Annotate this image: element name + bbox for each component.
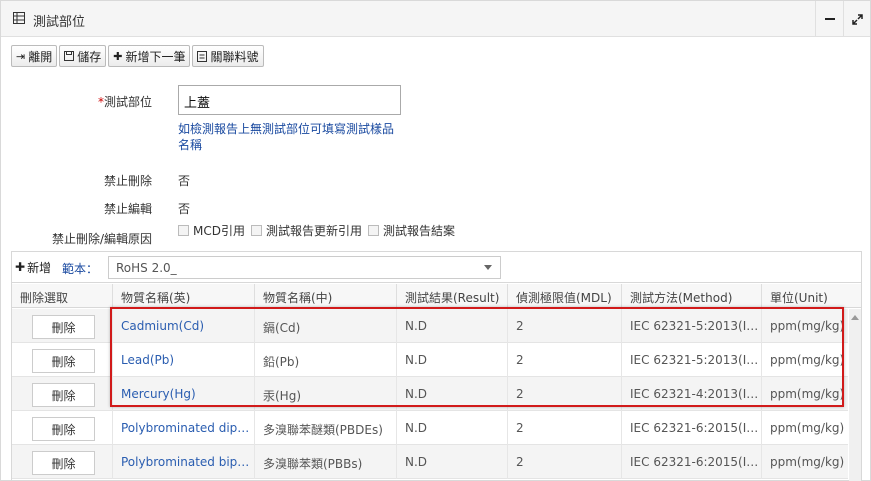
reason-report-closed-checkbox[interactable]: 測試報告結案	[368, 222, 455, 239]
linked-parts-button[interactable]: 關聯料號	[192, 45, 264, 67]
document-icon	[197, 50, 208, 62]
method-cell: IEC 62321-6:2015(IC…	[622, 411, 762, 445]
delete-row-button[interactable]: 刪除	[32, 315, 95, 339]
expand-icon	[852, 13, 863, 25]
save-button[interactable]: 儲存	[59, 45, 107, 67]
reason-checkboxes: MCD引用 測試報告更新引用 測試報告結案	[178, 222, 455, 239]
floppy-disk-icon	[64, 51, 75, 61]
test-part-input[interactable]: 上蓋	[178, 85, 401, 115]
exit-icon: ⇥	[16, 49, 26, 63]
delete-row-button[interactable]: 刪除	[32, 451, 95, 475]
test-part-hint: 如檢測報告上無測試部位可填寫測試樣品名稱	[178, 122, 395, 152]
leave-label: 離開	[28, 49, 53, 64]
add-next-label: 新增下一筆	[125, 49, 186, 64]
table-row: 刪除 Polybrominated diph… 多溴聯苯醚類(PBDEs) N.…	[12, 411, 848, 445]
column-header-unit[interactable]: 單位(Unit)	[762, 284, 861, 308]
method-cell: IEC 62321-6:2015(IC…	[622, 445, 762, 479]
reason-report-update-label: 測試報告更新引用	[265, 224, 362, 238]
chevron-down-icon	[484, 265, 492, 270]
grid-header: 刪除選取 物質名稱(英) 物質名稱(中) 測試結果(Result) 偵測極限值(…	[12, 284, 861, 308]
minimize-button[interactable]	[815, 1, 843, 37]
template-select-value: RoHS 2.0_	[116, 261, 177, 275]
delete-row-button[interactable]: 刪除	[32, 383, 95, 407]
reason-report-update-checkbox[interactable]: 測試報告更新引用	[250, 222, 362, 239]
column-header-mdl[interactable]: 偵測極限值(MDL)	[508, 284, 622, 308]
scroll-up-icon[interactable]	[851, 315, 859, 320]
test-part-label-text: 測試部位	[103, 95, 152, 109]
reason-mcd-checkbox[interactable]: MCD引用	[178, 222, 245, 239]
highlight-box	[110, 307, 844, 407]
result-cell: N.D	[397, 411, 508, 445]
column-header-delete[interactable]: 刪除選取	[12, 284, 113, 308]
plus-icon: ✚	[15, 260, 26, 274]
grid-toolbar: ✚ 新增 範本： RoHS 2.0_	[12, 252, 861, 283]
test-part-panel: 測試部位 ⇥ 離開 儲存 ✚ 新增下一筆 關聯料號 *測試部位 上蓋 如檢測報告…	[0, 0, 871, 481]
leave-button[interactable]: ⇥ 離開	[11, 45, 58, 67]
add-next-button[interactable]: ✚ 新增下一筆	[108, 45, 191, 67]
delete-cell: 刪除	[12, 309, 113, 343]
reason-mcd-label: MCD引用	[193, 224, 245, 238]
checkbox-box[interactable]	[368, 225, 379, 236]
grid-add-label: 新增	[27, 260, 52, 275]
minimize-icon	[824, 18, 835, 20]
table-icon	[13, 12, 25, 24]
no-delete-label: 禁止刪除	[103, 174, 152, 188]
name-en-cell[interactable]: Polybrominated diph…	[113, 411, 255, 445]
column-header-name-en[interactable]: 物質名稱(英)	[113, 284, 255, 308]
unit-cell: ppm(mg/kg)	[770, 455, 845, 469]
mdl-cell: 2	[508, 445, 622, 479]
save-label: 儲存	[77, 49, 102, 64]
reason-report-closed-label: 測試報告結案	[383, 224, 456, 238]
no-edit-value: 否	[178, 202, 191, 216]
test-part-label: *測試部位	[61, 93, 152, 110]
unit-cell: ppm(mg/kg)	[770, 421, 845, 435]
delete-cell: 刪除	[12, 377, 113, 411]
checkbox-box[interactable]	[178, 225, 189, 236]
maximize-button[interactable]	[843, 1, 871, 37]
column-header-name-zh[interactable]: 物質名稱(中)	[255, 284, 397, 308]
table-row: 刪除 Polybrominated biph… 多溴聯苯類(PBBs) N.D …	[12, 445, 848, 479]
reason-label: 禁止刪除/編輯原因	[51, 232, 152, 246]
column-header-result[interactable]: 測試結果(Result)	[397, 284, 508, 308]
linked-parts-label: 關聯料號	[210, 49, 259, 64]
template-select[interactable]: RoHS 2.0_	[108, 256, 501, 279]
delete-cell: 刪除	[12, 445, 113, 479]
plus-icon: ✚	[113, 49, 123, 63]
panel-titlebar: 測試部位	[1, 1, 870, 37]
panel-title: 測試部位	[33, 15, 86, 30]
result-cell: N.D	[397, 445, 508, 479]
name-en-cell[interactable]: Polybrominated biph…	[113, 445, 255, 479]
delete-cell: 刪除	[12, 343, 113, 377]
delete-row-button[interactable]: 刪除	[32, 417, 95, 441]
template-label: 範本：	[62, 262, 99, 276]
name-zh-cell: 多溴聯苯類(PBBs)	[255, 445, 397, 479]
mdl-cell: 2	[508, 411, 622, 445]
delete-row-button[interactable]: 刪除	[32, 349, 95, 373]
name-zh-cell: 多溴聯苯醚類(PBDEs)	[255, 411, 397, 445]
no-edit-label: 禁止編輯	[103, 202, 152, 216]
column-header-method[interactable]: 測試方法(Method)	[622, 284, 762, 308]
grid-add-button[interactable]: ✚ 新增	[15, 257, 51, 277]
action-toolbar: ⇥ 離開 儲存 ✚ 新增下一筆 關聯料號	[11, 45, 264, 67]
delete-cell: 刪除	[12, 411, 113, 445]
grid-scrollbar[interactable]	[849, 309, 861, 481]
checkbox-box[interactable]	[250, 225, 262, 236]
no-delete-value: 否	[178, 174, 191, 188]
